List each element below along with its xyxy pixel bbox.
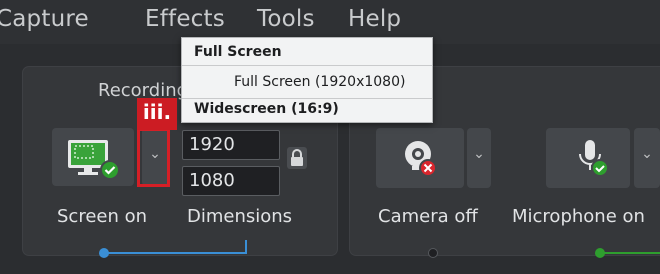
aspect-lock-button[interactable]	[287, 147, 307, 169]
chevron-down-icon: ⌄	[641, 146, 653, 162]
menu-tools[interactable]: Tools	[257, 6, 315, 32]
menu-effects[interactable]: Effects	[145, 6, 225, 32]
chevron-down-icon: ⌄	[473, 146, 485, 162]
width-field[interactable]: 1920	[182, 130, 280, 160]
recording-connector	[104, 252, 246, 254]
dropdown-separator	[182, 65, 432, 66]
monitor-check-icon	[68, 140, 120, 180]
chevron-highlight-box	[137, 128, 170, 187]
dimensions-label: Dimensions	[187, 206, 293, 227]
microphone-toggle-button[interactable]	[546, 128, 630, 188]
menu-capture[interactable]: Capture	[0, 6, 89, 32]
screen-toggle-button[interactable]	[52, 128, 134, 186]
dropdown-separator	[182, 98, 432, 99]
microphone-connector	[600, 252, 660, 254]
dropdown-header-full-screen: Full Screen	[194, 44, 282, 60]
camera-toggle-button[interactable]	[376, 128, 464, 188]
microphone-connector-dot	[595, 248, 605, 258]
dimensions-connector-tick	[245, 240, 247, 254]
callout-badge: iii.	[137, 98, 177, 130]
screen-status-label: Screen on	[57, 206, 148, 227]
dropdown-header-widescreen: Widescreen (16:9)	[194, 101, 339, 117]
camera-status-label: Camera off	[378, 206, 478, 227]
microphone-options-chevron[interactable]: ⌄	[634, 128, 660, 188]
menu-help[interactable]: Help	[348, 6, 401, 32]
webcam-off-icon	[405, 141, 437, 177]
lock-icon	[291, 149, 303, 166]
height-field[interactable]: 1080	[182, 166, 280, 196]
microphone-status-label: Microphone on	[512, 206, 645, 227]
dropdown-item-full-screen-1920[interactable]: Full Screen (1920x1080)	[234, 74, 405, 90]
microphone-check-icon	[579, 140, 609, 177]
dimensions-dropdown: Full Screen Full Screen (1920x1080) Wide…	[181, 37, 433, 123]
screen-connector-dot	[99, 248, 109, 258]
camera-options-chevron[interactable]: ⌄	[467, 128, 491, 188]
camera-connector-dot	[428, 248, 438, 258]
